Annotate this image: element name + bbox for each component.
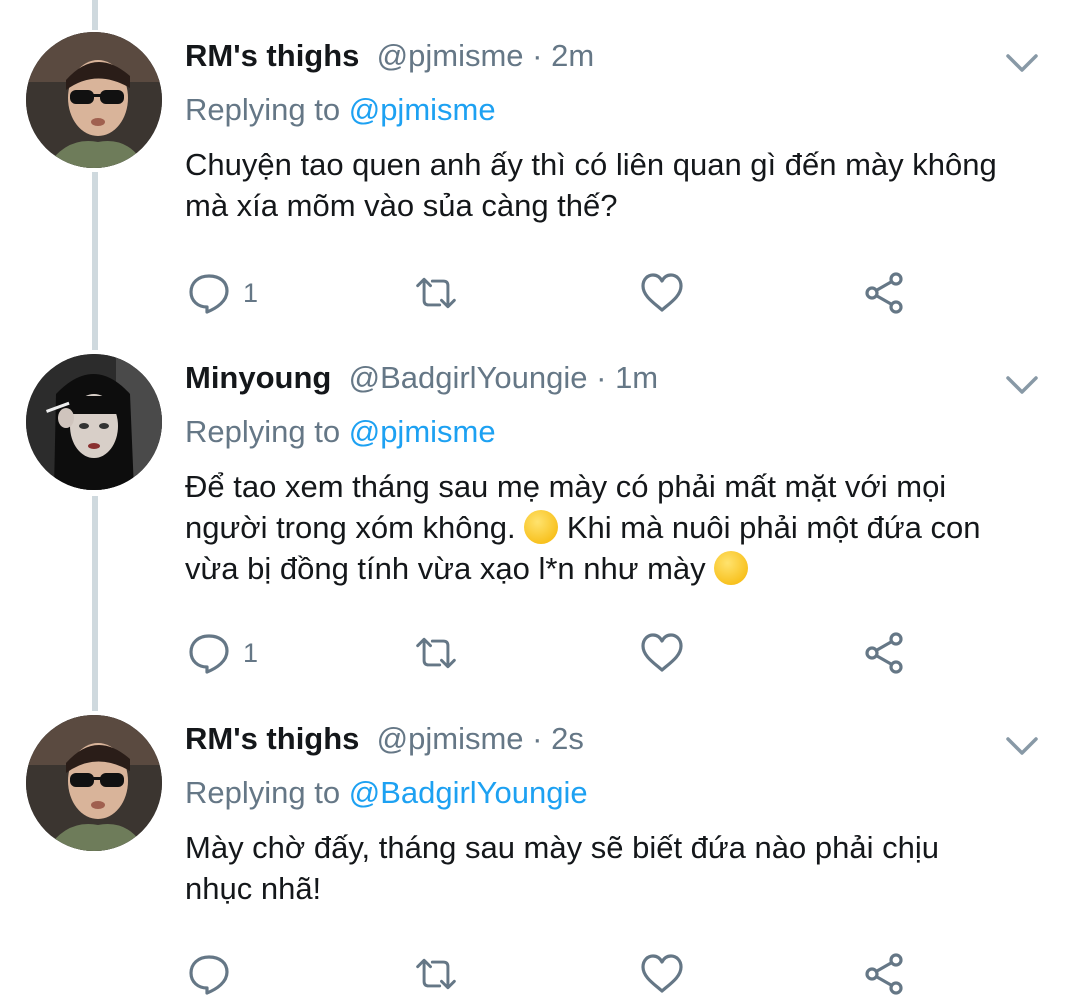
heart-icon	[641, 633, 683, 672]
avatar[interactable]	[26, 715, 162, 851]
mention-link[interactable]: @pjmisme	[349, 92, 496, 127]
share-button[interactable]	[862, 628, 906, 678]
tweet-text-line: mà xía mõm vào sủa càng thế?	[185, 188, 618, 223]
reply-count: 1	[243, 637, 259, 668]
thread-line	[92, 0, 98, 30]
tweet-text-line: Chuyện tao quen anh ấy thì có liên quan …	[185, 147, 997, 182]
tweet-text: Để tao xem tháng sau mẹ mày có phải mất …	[185, 466, 1055, 589]
tweet-header: Minyoung @BadgirlYoungie · 1m	[185, 358, 658, 398]
heart-icon	[641, 273, 683, 312]
timestamp: 2s	[551, 721, 584, 756]
retweet-button[interactable]	[414, 628, 458, 678]
share-icon	[865, 953, 903, 995]
tweet[interactable]: Minyoung @BadgirlYoungie · 1m Replying t…	[0, 354, 1080, 704]
smirking-face-emoji-icon	[714, 551, 749, 585]
tweet-text-segment: Khi mà nuôi phải một đứa con	[558, 510, 981, 545]
user-handle[interactable]: @pjmisme	[377, 721, 524, 756]
tweet-text-segment: người trong xóm không.	[185, 510, 525, 545]
comment-icon	[189, 634, 229, 674]
replying-to-label: Replying to	[185, 775, 349, 810]
chevron-down-icon[interactable]	[1002, 731, 1042, 761]
replying-to: Replying to @pjmisme	[185, 90, 496, 130]
tweet[interactable]: RM's thighs @pjmisme · 2s Replying to @B…	[0, 715, 1080, 1007]
reply-button[interactable]	[187, 949, 243, 999]
tweet-header: RM's thighs @pjmisme · 2s	[185, 719, 584, 759]
mention-link[interactable]: @BadgirlYoungie	[349, 775, 588, 810]
mention-link[interactable]: @pjmisme	[349, 414, 496, 449]
heart-icon	[641, 954, 683, 993]
tweet-text-line: Để tao xem tháng sau mẹ mày có phải mất …	[185, 469, 947, 504]
replying-to-label: Replying to	[185, 92, 349, 127]
avatar[interactable]	[26, 354, 162, 490]
timestamp: 1m	[615, 360, 659, 395]
reply-button[interactable]: 1	[187, 268, 258, 318]
like-button[interactable]	[640, 628, 684, 678]
tweet-text-segment: vừa bị đồng tính vừa xạo l*n như mày	[185, 551, 715, 586]
tweet-actions: 1	[0, 268, 1080, 318]
tweet-text-line: người trong xóm không. Khi mà nuôi phải …	[185, 507, 1055, 548]
reply-button[interactable]: 1	[187, 628, 258, 678]
man-sunglasses-avatar-image	[26, 715, 162, 851]
user-handle[interactable]: @pjmisme	[377, 38, 524, 73]
replying-to: Replying to @pjmisme	[185, 412, 496, 452]
reply-count: 1	[243, 277, 259, 308]
timestamp: 2m	[551, 38, 595, 73]
tweet-text: Mày chờ đấy, tháng sau mày sẽ biết đứa n…	[185, 827, 1055, 909]
like-button[interactable]	[640, 949, 684, 999]
chevron-down-icon[interactable]	[1002, 48, 1042, 78]
separator-dot: ·	[596, 360, 607, 395]
tweet-actions	[0, 949, 1080, 999]
tweet-actions: 1	[0, 628, 1080, 678]
retweet-icon	[416, 277, 456, 309]
comment-icon	[189, 955, 229, 995]
replying-to-label: Replying to	[185, 414, 349, 449]
share-icon	[865, 632, 903, 674]
tweet-header: RM's thighs @pjmisme · 2m	[185, 36, 594, 76]
smirking-face-emoji-icon	[524, 510, 559, 544]
tweet-text-line: nhục nhã!	[185, 871, 322, 906]
retweet-button[interactable]	[414, 268, 458, 318]
replying-to: Replying to @BadgirlYoungie	[185, 773, 588, 813]
share-button[interactable]	[862, 949, 906, 999]
user-handle[interactable]: @BadgirlYoungie	[349, 360, 588, 395]
display-name[interactable]: RM's thighs	[185, 38, 359, 73]
share-icon	[865, 272, 903, 314]
tweet[interactable]: RM's thighs @pjmisme · 2m Replying to @p…	[0, 32, 1080, 342]
tweet-text-line: vừa bị đồng tính vừa xạo l*n như mày	[185, 548, 1055, 589]
avatar[interactable]	[26, 32, 162, 168]
comment-icon	[189, 274, 229, 314]
separator-dot: ·	[532, 38, 543, 73]
man-sunglasses-avatar-image	[26, 32, 162, 168]
share-button[interactable]	[862, 268, 906, 318]
display-name[interactable]: Minyoung	[185, 360, 331, 395]
woman-dark-hair-avatar-image	[26, 354, 162, 490]
like-button[interactable]	[640, 268, 684, 318]
tweet-text: Chuyện tao quen anh ấy thì có liên quan …	[185, 144, 1055, 226]
retweet-icon	[416, 958, 456, 990]
chevron-down-icon[interactable]	[1002, 370, 1042, 400]
tweet-text-line: Mày chờ đấy, tháng sau mày sẽ biết đứa n…	[185, 830, 939, 865]
retweet-button[interactable]	[414, 949, 458, 999]
display-name[interactable]: RM's thighs	[185, 721, 359, 756]
retweet-icon	[416, 637, 456, 669]
separator-dot: ·	[532, 721, 543, 756]
